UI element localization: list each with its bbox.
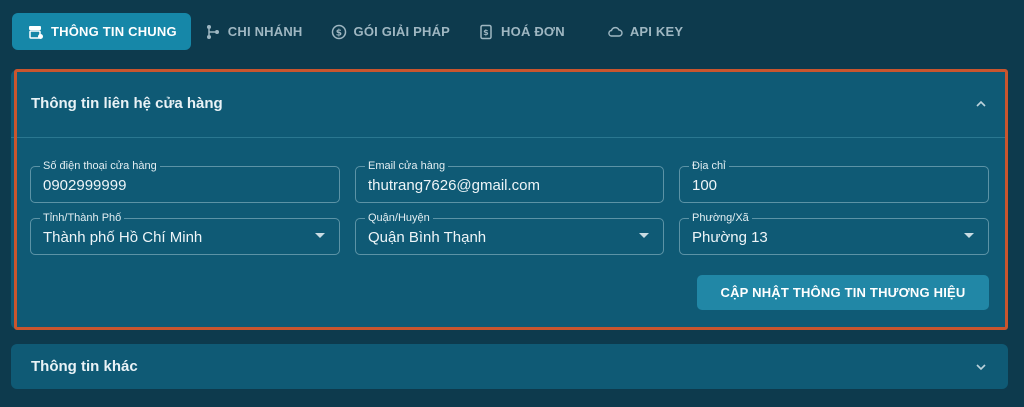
tab-packages[interactable]: $ GÓI GIẢI PHÁP: [317, 13, 465, 50]
svg-text:$: $: [483, 28, 489, 37]
branch-icon: [205, 24, 221, 40]
tab-label: HOÁ ĐƠN: [501, 24, 565, 39]
tab-bar: THÔNG TIN CHUNG CHI NHÁNH $ GÓI GIẢI PHÁ…: [12, 13, 697, 50]
other-info-panel: Thông tin khác: [11, 344, 1008, 389]
tab-label: THÔNG TIN CHUNG: [51, 24, 177, 39]
tab-label: API KEY: [629, 24, 684, 39]
package-icon: $: [331, 24, 347, 40]
tab-general-info[interactable]: THÔNG TIN CHUNG: [12, 13, 191, 50]
tab-branches[interactable]: CHI NHÁNH: [191, 13, 317, 50]
panel-title: Thông tin khác: [31, 358, 138, 375]
tab-api-key[interactable]: API KEY: [593, 13, 697, 50]
chevron-down-icon[interactable]: [974, 360, 988, 374]
tab-label: CHI NHÁNH: [227, 24, 303, 39]
invoice-icon: $: [478, 24, 494, 40]
svg-text:$: $: [335, 28, 341, 38]
tab-invoices[interactable]: $ HOÁ ĐƠN: [464, 13, 579, 50]
other-info-panel-header[interactable]: Thông tin khác: [11, 344, 1008, 389]
highlight-frame: [14, 69, 1008, 330]
cloud-key-icon: [607, 24, 623, 40]
tab-label: GÓI GIẢI PHÁP: [353, 24, 451, 39]
store-settings-icon: [28, 24, 44, 40]
